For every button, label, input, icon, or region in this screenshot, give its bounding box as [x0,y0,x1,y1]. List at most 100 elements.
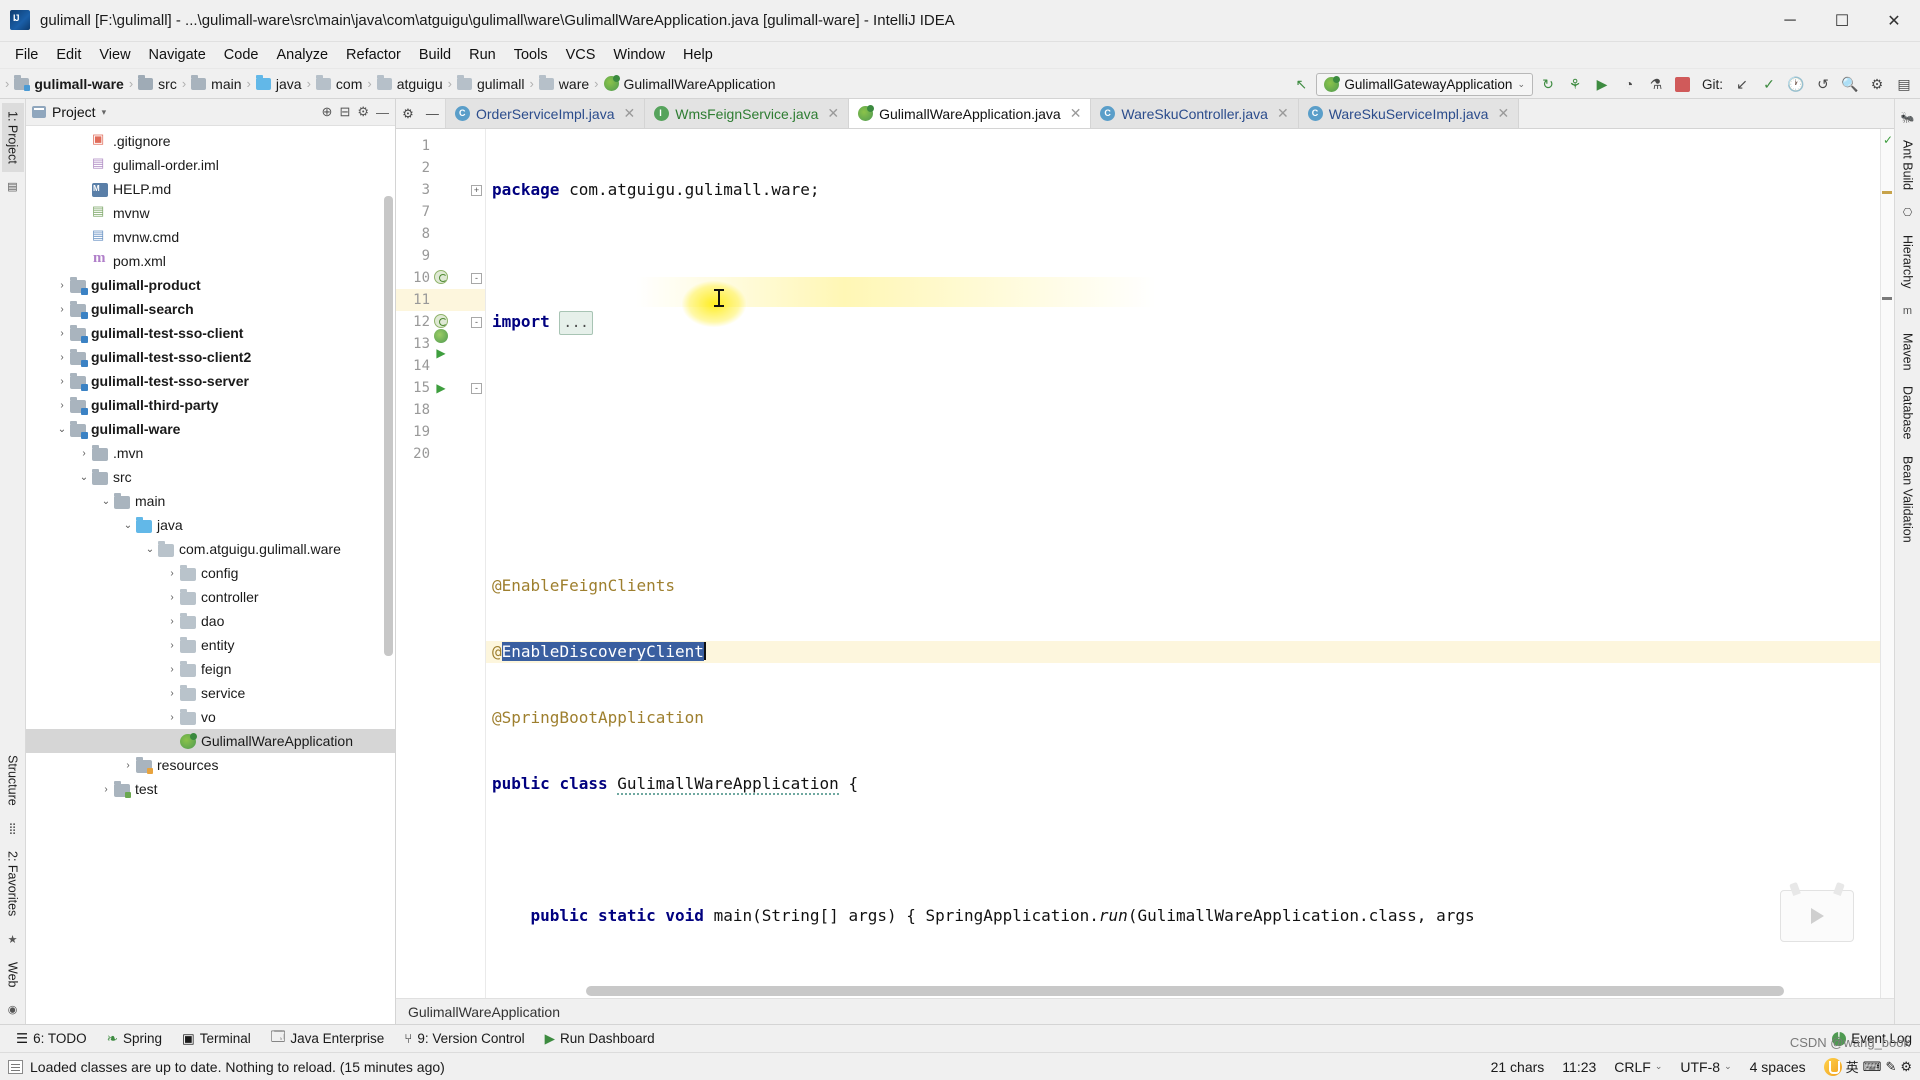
chevron-right-icon[interactable]: › [76,448,92,459]
run-with-coverage-icon[interactable]: ◔ [1617,72,1641,96]
project-tree-scrollbar[interactable] [384,196,393,656]
tree-node[interactable]: ›gulimall-test-sso-client [26,321,395,345]
minimize-button[interactable]: ─ [1764,0,1816,42]
attach-profiler-icon[interactable]: ⚗ [1644,72,1668,96]
breadcrumb-item-ware[interactable]: ware [535,69,593,98]
close-button[interactable]: ✕ [1868,0,1920,42]
maven-icon[interactable]: m [1899,297,1916,325]
tree-node[interactable]: ›gulimall-test-sso-server [26,369,395,393]
maximize-button[interactable]: ☐ [1816,0,1868,42]
sidebar-item-hierarchy[interactable]: Hierarchy [1897,227,1919,297]
bottom-tab-terminal[interactable]: ▣ Terminal [172,1025,261,1052]
tree-node[interactable]: ›gulimall-product [26,273,395,297]
select-in-icon[interactable]: ↖ [1289,72,1313,96]
hide-icon[interactable]: — [376,105,389,120]
chevron-right-icon[interactable]: › [54,376,70,387]
close-icon[interactable]: ✕ [1497,105,1509,122]
chevron-right-icon[interactable]: › [54,280,70,291]
menu-refactor[interactable]: Refactor [337,44,410,66]
favorites-star-icon[interactable]: ★ [4,925,22,954]
menu-help[interactable]: Help [674,44,722,66]
settings-icon[interactable]: ⚙ [357,104,369,120]
sidebar-item-database[interactable]: Database [1897,378,1919,448]
menu-view[interactable]: View [90,44,139,66]
tree-node[interactable]: ·pom.xml [26,249,395,273]
run-method-gutter-icon[interactable]: ▶ [430,381,452,395]
chevron-right-icon[interactable]: › [164,568,180,579]
tree-node[interactable]: ⌄main [26,489,395,513]
layout-icon[interactable]: ▤ [1892,72,1916,96]
tree-node[interactable]: ›gulimall-search [26,297,395,321]
sidebar-item-maven[interactable]: Maven [1897,325,1919,379]
close-icon[interactable]: ✕ [827,105,839,122]
menu-build[interactable]: Build [410,44,460,66]
bottom-tab-version-control[interactable]: ⑂ 9: Version Control [394,1025,534,1052]
tree-node[interactable]: ›dao [26,609,395,633]
chevron-down-icon[interactable]: ⌄ [76,472,92,483]
tree-node[interactable]: ›.mvn [26,441,395,465]
debug-icon[interactable]: ⚘ [1563,72,1587,96]
expand-fold-icon[interactable]: + [471,185,482,196]
stripe-warning-mark[interactable] [1882,191,1892,194]
tree-node[interactable]: ·mvnw.cmd [26,225,395,249]
structure-icon[interactable]: ⣿ [4,814,20,843]
folded-imports-placeholder[interactable]: ... [559,311,592,335]
chevron-right-icon[interactable]: › [164,616,180,627]
hide-icon[interactable]: — [426,106,439,121]
close-icon[interactable]: ✕ [624,105,636,122]
history-icon[interactable]: 🕐 [1784,72,1808,96]
run-icon[interactable]: ▶ [1590,72,1614,96]
sidebar-item-ant-build[interactable]: Ant Build [1897,132,1919,198]
tree-node[interactable]: ⌄gulimall-ware [26,417,395,441]
tree-node[interactable]: ›gulimall-test-sso-client2 [26,345,395,369]
editor-tab-orderserviceimpl[interactable]: OrderServiceImpl.java ✕ [446,99,645,128]
sidebar-item-structure[interactable]: Structure [2,747,24,814]
update-project-icon[interactable]: ↙ [1730,72,1754,96]
collapse-all-icon[interactable]: ⊟ [339,104,350,120]
editor-horizontal-scrollbar[interactable] [586,986,1784,996]
chevron-down-icon[interactable]: ⌄ [142,544,158,555]
breadcrumb-item-atguigu[interactable]: atguigu [373,69,447,98]
tree-node[interactable]: ›config [26,561,395,585]
breadcrumb-item-main[interactable]: main [187,69,245,98]
project-tree[interactable]: ·.gitignore·gulimall-order.iml·HELP.md·m… [26,126,395,1024]
hierarchy-icon[interactable]: ⎔ [1899,198,1917,227]
editor-gutter[interactable]: 123+78910-1112-13▶1415▶-181920 [396,129,486,998]
chevron-right-icon[interactable]: › [164,712,180,723]
editor-tab-wmsfeignservice[interactable]: WmsFeignService.java ✕ [645,99,849,128]
ime-settings-icon[interactable]: ⚙ [1900,1059,1912,1075]
tree-node[interactable]: ·mvnw [26,201,395,225]
search-everywhere-icon[interactable]: 🔍 [1838,72,1862,96]
tree-node[interactable]: ⌄com.atguigu.gulimall.ware [26,537,395,561]
chevron-down-icon[interactable]: ⌄ [120,520,136,531]
bottom-tab-todo[interactable]: ☰ 6: TODO [6,1025,97,1052]
stripe-caret-mark[interactable] [1882,297,1892,300]
editor-tab-wareskuserviceimpl[interactable]: WareSkuServiceImpl.java ✕ [1299,99,1520,128]
collapse-fold-icon[interactable]: - [471,317,482,328]
web-globe-icon[interactable]: ◉ [4,995,22,1024]
tree-node[interactable]: ·HELP.md [26,177,395,201]
breadcrumb-item-gulimall[interactable]: gulimall [453,69,528,98]
breadcrumb-item-java[interactable]: java [252,69,306,98]
menu-analyze[interactable]: Analyze [267,44,337,66]
bottom-tab-run-dashboard[interactable]: ▶ Run Dashboard [535,1025,665,1052]
chevron-right-icon[interactable]: › [120,760,136,771]
error-stripe-gutter[interactable]: ✓ [1880,129,1894,998]
editor-tab-wareskucontroller[interactable]: WareSkuController.java ✕ [1091,99,1298,128]
run-configuration-selector[interactable]: GulimallGatewayApplication ⌄ [1316,73,1533,96]
menu-edit[interactable]: Edit [47,44,90,66]
tree-node[interactable]: ›resources [26,753,395,777]
tree-node[interactable]: ›vo [26,705,395,729]
tree-node[interactable]: ›gulimall-third-party [26,393,395,417]
chevron-down-icon[interactable]: ⌄ [54,424,70,435]
ant-build-icon[interactable]: 🐜 [1897,103,1919,132]
rollback-icon[interactable]: ↺ [1811,72,1835,96]
chevron-right-icon[interactable]: › [54,328,70,339]
settings-gear-icon[interactable]: ⚙ [402,106,414,122]
breadcrumb-item-com[interactable]: com [312,69,366,98]
menu-file[interactable]: File [6,44,47,66]
status-encoding[interactable]: UTF-8 ⌄ [1680,1059,1731,1075]
menu-navigate[interactable]: Navigate [140,44,215,66]
status-indent[interactable]: 4 spaces [1750,1059,1806,1075]
spring-bean-gutter-icon[interactable] [430,270,452,287]
